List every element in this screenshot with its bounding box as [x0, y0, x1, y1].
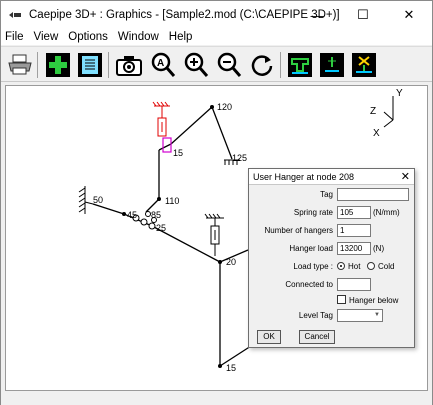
title-bar: Caepipe 3D+ : Graphics - [Sample2.mod (C…	[1, 1, 432, 29]
hanger-load-field[interactable]: 13200	[337, 242, 371, 255]
connected-to-row: Connected to	[249, 278, 416, 292]
maximize-button[interactable]: ☐	[340, 1, 386, 29]
menu-options[interactable]: Options	[68, 31, 108, 43]
view-option-1-icon[interactable]	[285, 50, 315, 80]
load-type-hot-radio[interactable]	[337, 262, 345, 270]
connected-to-field[interactable]	[337, 278, 371, 291]
redraw-icon[interactable]	[247, 50, 277, 80]
node-label: 15	[173, 148, 183, 158]
menu-file[interactable]: File	[5, 31, 24, 43]
level-tag-dropdown[interactable]: ▼	[337, 309, 383, 322]
num-hangers-row: Number of hangers 1	[249, 224, 416, 238]
camera-icon[interactable]	[114, 50, 144, 80]
node-label: 110	[165, 196, 179, 206]
menu-bar: File View Options Window Help	[1, 29, 432, 45]
menu-window[interactable]: Window	[118, 31, 159, 43]
spring-rate-row: Spring rate 105 (N/mm)	[249, 206, 416, 220]
load-type-label: Load type :	[293, 262, 333, 271]
node-label: 85	[151, 210, 161, 220]
print-icon[interactable]	[5, 50, 35, 80]
pipe-segment	[158, 143, 172, 151]
dialog-title: User Hanger at node 208	[253, 172, 355, 182]
node-label: 50	[93, 195, 103, 205]
axis-label-z: Z	[370, 106, 376, 117]
tag-field[interactable]	[337, 188, 409, 201]
ok-button[interactable]: OK	[257, 330, 281, 344]
load-type-row: Load type : Hot Cold	[249, 260, 416, 274]
node-label: 25	[156, 223, 166, 233]
spring-hanger-red	[152, 101, 170, 137]
load-type-cold-label: Cold	[378, 262, 395, 271]
node-label: 15	[226, 363, 236, 373]
connected-to-label: Connected to	[285, 280, 333, 289]
svg-text:A: A	[157, 58, 164, 69]
node-label: 125	[232, 153, 247, 163]
zoom-out-icon[interactable]	[214, 50, 244, 80]
pipe-segment	[170, 106, 213, 145]
toolbar-separator	[37, 52, 38, 78]
load-type-cold-radio[interactable]	[367, 262, 375, 270]
status-bar	[1, 393, 432, 405]
dialog-title-bar: User Hanger at node 208 ✕	[249, 169, 414, 185]
spring-rate-field[interactable]: 105	[337, 206, 371, 219]
tag-row: Tag	[249, 188, 416, 202]
anchor-support	[78, 186, 94, 214]
notes-icon[interactable]	[75, 50, 105, 80]
app-icon	[7, 7, 23, 23]
menu-view[interactable]: View	[34, 31, 59, 43]
pipe-segment	[92, 203, 125, 215]
num-hangers-label: Number of hangers	[264, 226, 333, 235]
axis-label-x: X	[373, 128, 380, 139]
toolbar-separator	[280, 52, 281, 78]
load-type-hot-label: Hot	[348, 262, 361, 271]
zoom-window-icon[interactable]: A	[148, 50, 178, 80]
view-option-3-icon[interactable]	[349, 50, 379, 80]
minimize-button[interactable]: —	[294, 1, 340, 29]
zoom-in-icon[interactable]	[181, 50, 211, 80]
level-tag-row: Level Tag ▼	[249, 309, 416, 323]
cancel-button[interactable]: Cancel	[299, 330, 335, 344]
tag-label: Tag	[320, 190, 333, 199]
hanger-below-checkbox[interactable]	[337, 295, 346, 304]
close-button[interactable]: ✕	[386, 1, 432, 29]
hanger-below-row: Hanger below	[249, 294, 416, 308]
hanger-load-unit: (N)	[373, 244, 385, 253]
menu-help[interactable]: Help	[169, 31, 193, 43]
node-label: 20	[226, 257, 236, 267]
toolbar: A	[1, 46, 432, 82]
add-icon[interactable]	[43, 50, 73, 80]
app-window: Caepipe 3D+ : Graphics - [Sample2.mod (C…	[0, 0, 433, 405]
toolbar-separator	[108, 52, 109, 78]
node-label: 45	[127, 210, 137, 220]
user-hanger-dialog: User Hanger at node 208 ✕ Tag Spring rat…	[248, 168, 415, 348]
pipe-segment	[211, 106, 233, 160]
hanger-load-label: Hanger load	[289, 244, 333, 253]
spring-rate-unit: (N/mm)	[373, 208, 400, 217]
axis-triad	[383, 96, 394, 128]
dialog-close-button[interactable]: ✕	[401, 169, 410, 185]
hanger-load-row: Hanger load 13200 (N)	[249, 242, 416, 256]
node-label: 120	[217, 102, 232, 112]
hanger-below-label: Hanger below	[349, 296, 399, 305]
level-tag-label: Level Tag	[298, 311, 333, 320]
chevron-down-icon: ▼	[374, 312, 380, 318]
view-option-2-icon[interactable]	[317, 50, 347, 80]
spring-rate-label: Spring rate	[293, 208, 333, 217]
spring-hanger-black	[204, 213, 224, 256]
axis-label-y: Y	[396, 88, 403, 99]
num-hangers-field[interactable]: 1	[337, 224, 371, 237]
